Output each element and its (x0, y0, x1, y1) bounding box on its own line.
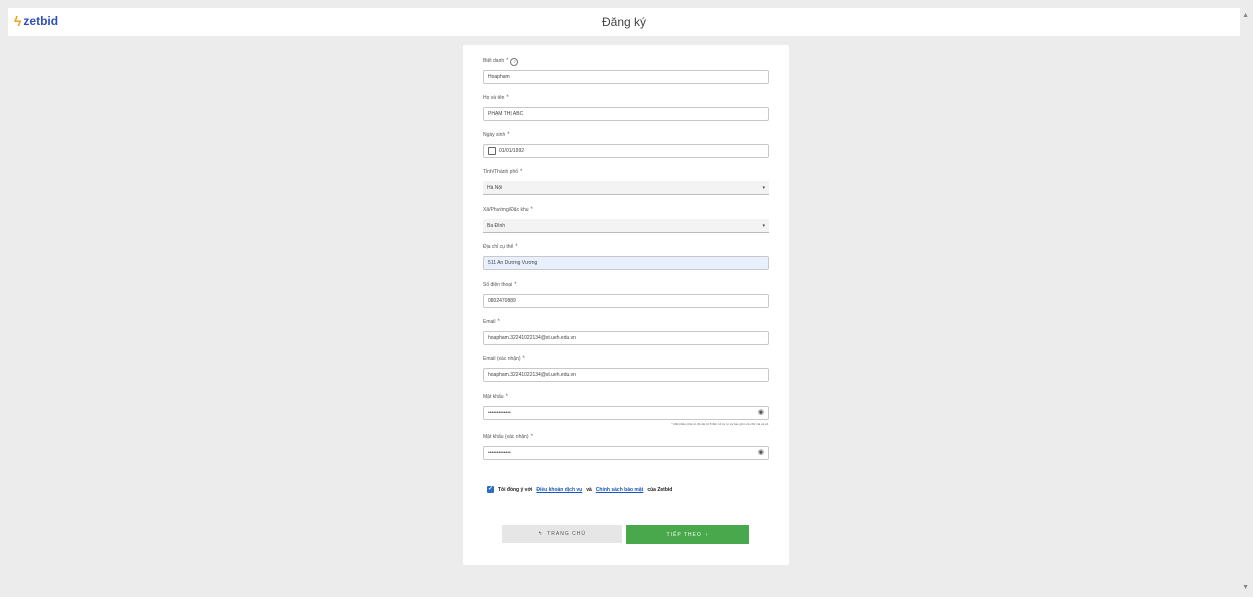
dob-field: Ngày sinh * 01/01/1992 (483, 131, 769, 158)
agreement-row: ✓ Tôi đồng ý với Điều khoản dịch vụ và C… (487, 486, 672, 493)
email-confirm-label: Email (xác nhận) (483, 356, 521, 362)
register-form: Biệt danh *? Hoapham Họ và tên * PHẠM THỊ … (463, 45, 789, 565)
eye-icon[interactable]: ◉ (758, 446, 764, 460)
password-label: Mật khẩu (483, 394, 504, 400)
email-label: Email (483, 319, 496, 325)
province-select[interactable]: Hà Nội ▾ (483, 181, 769, 195)
next-button-label: TIẾP THEO (666, 531, 702, 538)
scroll-down-arrow[interactable]: ▼ (1242, 584, 1249, 591)
address-field: Địa chỉ cụ thể * 511 An Dương Vương (483, 243, 769, 270)
password-confirm-field: Mật khẩu (xác nhận) * ••••••••••••• ◉ (483, 433, 769, 460)
agreement-suffix: của Zetbid (647, 486, 673, 493)
nickname-input[interactable]: Hoapham (483, 70, 769, 84)
email-confirm-field: Email (xác nhận) * hoapham.32241022134@st… (483, 355, 769, 382)
province-label: Tỉnh/Thành phố (483, 169, 519, 175)
dob-value: 01/01/1992 (499, 148, 525, 154)
privacy-link[interactable]: Chính sách bảo mật (596, 487, 644, 493)
home-button-label: TRANG CHỦ (547, 531, 586, 537)
help-icon[interactable]: ? (510, 57, 519, 66)
dob-input[interactable]: 01/01/1992 (483, 144, 769, 158)
dob-label: Ngày sinh (483, 132, 506, 138)
phone-input[interactable]: 0802470889 (483, 294, 769, 308)
province-field: Tỉnh/Thành phố * Hà Nội ▾ (483, 168, 769, 195)
nickname-label: Biệt danh (483, 58, 505, 64)
password-input[interactable]: ••••••••••••• ◉ (483, 406, 769, 420)
top-bar: ϟ zetbid Đăng ký (8, 8, 1240, 37)
chevron-down-icon: ▾ (762, 184, 765, 191)
ward-select[interactable]: Ba Đình ▾ (483, 219, 769, 233)
phone-field: Số điện thoại * 0802470889 (483, 281, 769, 308)
ward-label: Xã/Phường/Đặc khu (483, 207, 529, 213)
scroll-up-arrow[interactable]: ▲ (1242, 12, 1249, 19)
next-button[interactable]: TIẾP THEO › (626, 525, 749, 544)
address-label: Địa chỉ cụ thể (483, 244, 514, 250)
password-confirm-label: Mật khẩu (xác nhận) (483, 434, 529, 440)
page-title: Đăng ký (601, 15, 647, 29)
home-button[interactable]: ↰ TRANG CHỦ (502, 525, 622, 543)
calendar-icon[interactable] (488, 147, 496, 155)
eye-icon[interactable]: ◉ (758, 406, 764, 420)
terms-link[interactable]: Điều khoản dịch vụ (536, 487, 582, 493)
email-input[interactable]: hoapham.32241022134@st.ueh.edu.vn (483, 331, 769, 345)
password-confirm-input[interactable]: ••••••••••••• ◉ (483, 446, 769, 460)
fullname-label: Họ và tên (483, 95, 505, 101)
address-input[interactable]: 511 An Dương Vương (483, 256, 769, 270)
chevron-right-icon: › (705, 531, 709, 538)
nickname-field: Biệt danh *? Hoapham (483, 57, 769, 84)
agreement-and: và (586, 486, 592, 493)
agreement-prefix: Tôi đồng ý với (498, 486, 533, 493)
fullname-field: Họ và tên * PHẠM THỊ ABC (483, 94, 769, 121)
email-confirm-input[interactable]: hoapham.32241022134@st.ueh.edu.vn (483, 368, 769, 382)
agree-checkbox[interactable]: ✓ (487, 486, 494, 493)
chevron-down-icon: ▾ (762, 222, 765, 229)
password-value: ••••••••••••• (488, 410, 511, 416)
password-field: Mật khẩu * ••••••••••••• ◉ * Mật khẩu phải… (483, 394, 769, 426)
province-value: Hà Nội (487, 184, 503, 191)
password-confirm-value: ••••••••••••• (488, 450, 511, 456)
fullname-input[interactable]: PHẠM THỊ ABC (483, 107, 769, 121)
phone-label: Số điện thoại (483, 282, 513, 288)
password-hint: * Mật khẩu phải có độ dài từ 8 đến 14 ký… (671, 422, 769, 426)
ward-value: Ba Đình (487, 222, 506, 229)
ward-field: Xã/Phường/Đặc khu * Ba Đình ▾ (483, 206, 769, 233)
email-field: Email * hoapham.32241022134@st.ueh.edu.vn (483, 318, 769, 345)
home-icon: ↰ (538, 531, 544, 537)
